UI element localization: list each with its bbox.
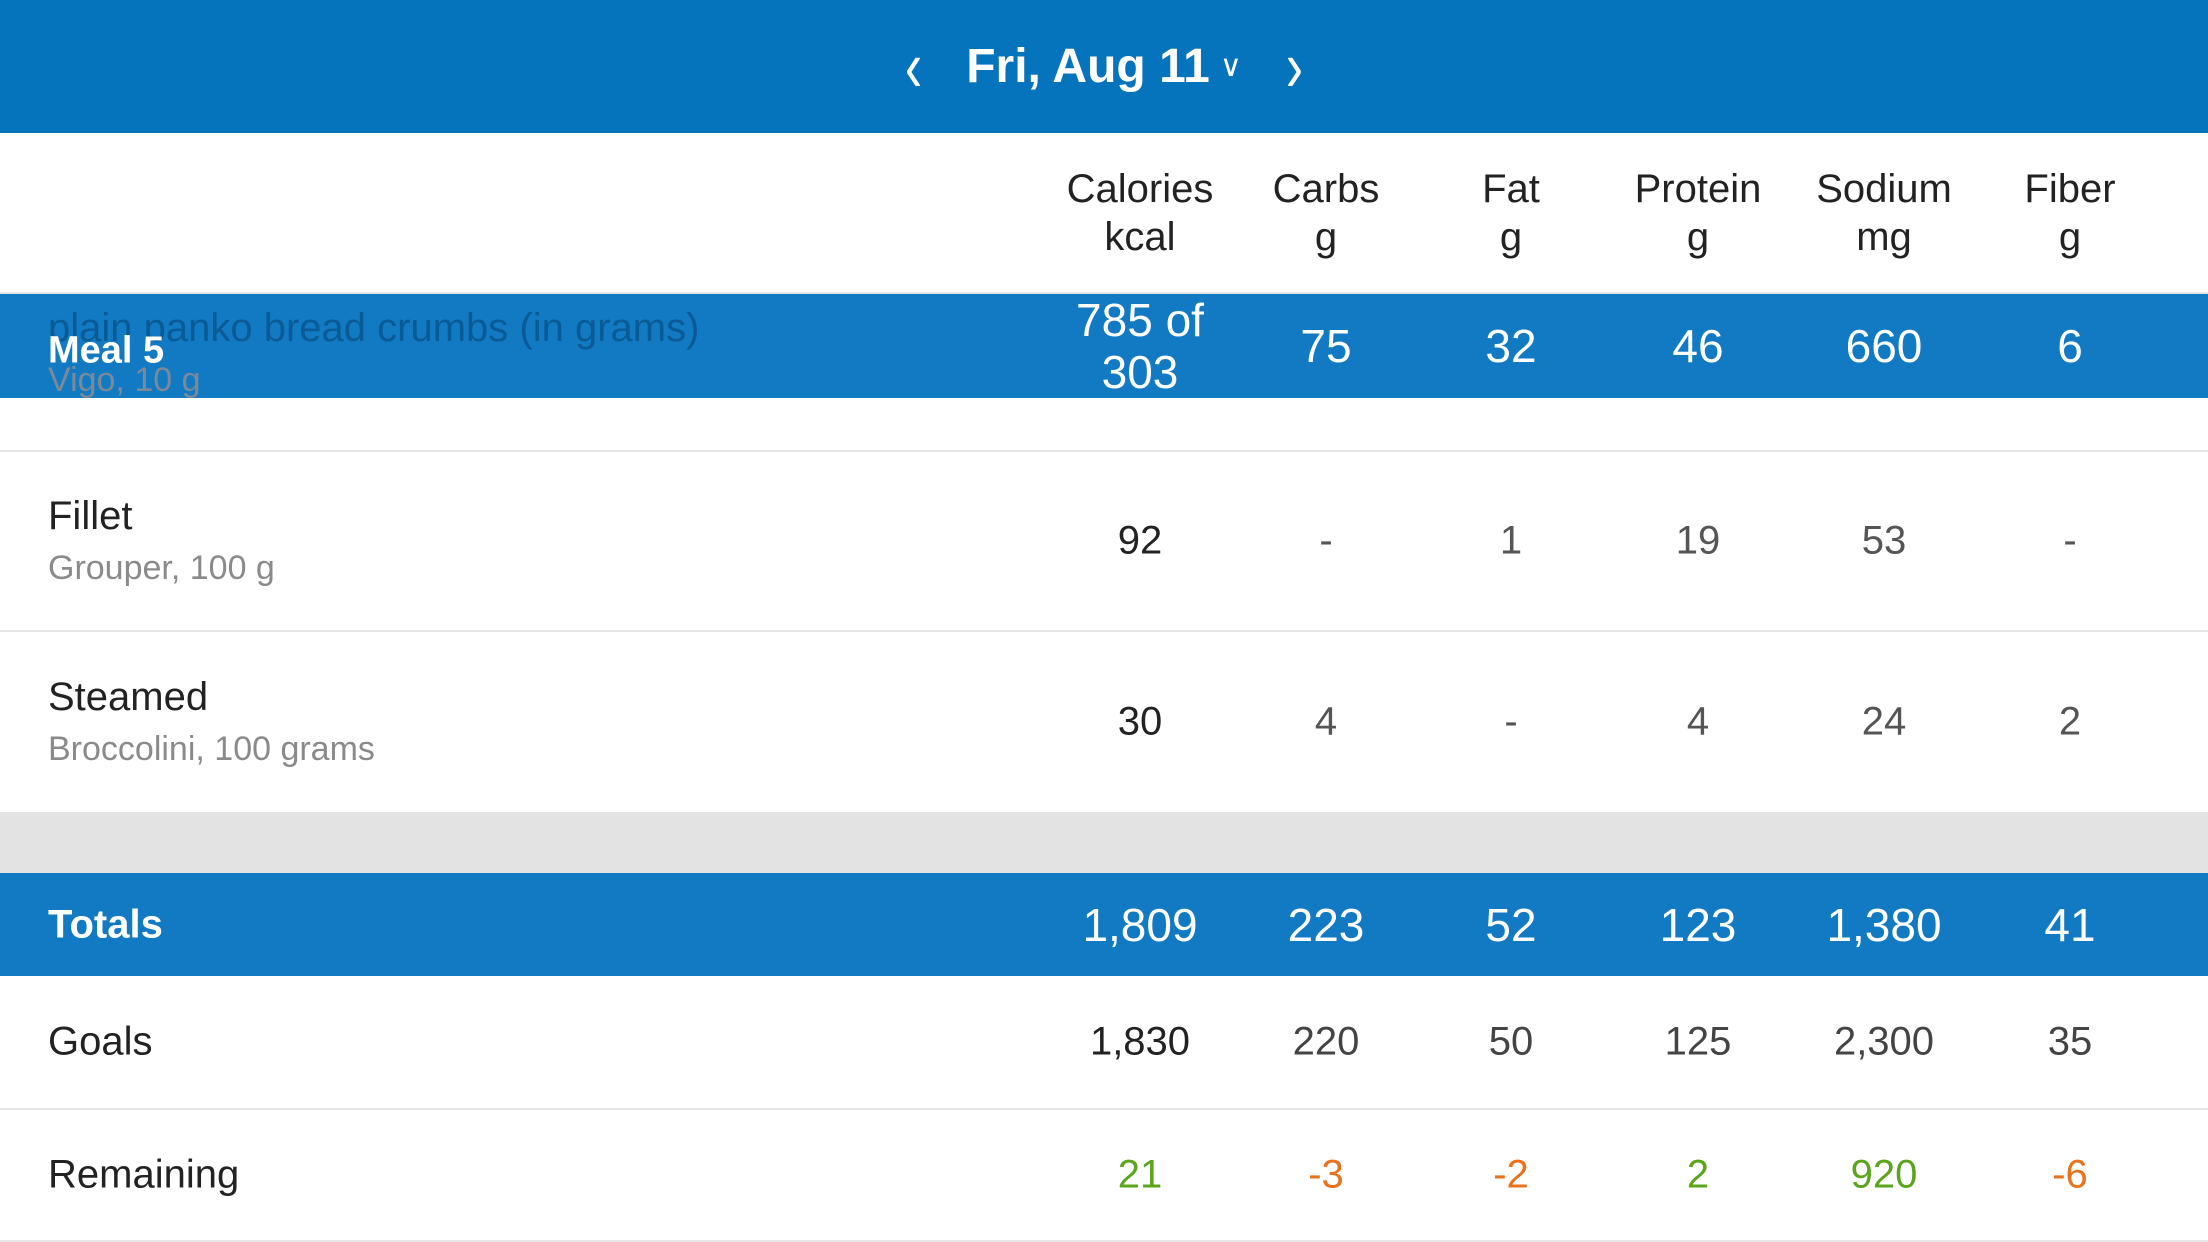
food-carbs: 4: [1314, 699, 1338, 744]
goals-calories: 1,830: [1089, 1019, 1191, 1064]
remaining-row: Remaining 21 -3 -2 2 920 -6: [0, 1110, 2208, 1242]
column-header-fat: Fat g: [1482, 166, 1540, 259]
date-label: Fri, Aug 11: [966, 40, 1210, 93]
food-name: Steamed: [48, 675, 209, 719]
meal-sodium: 660: [1845, 320, 1923, 372]
totals-carbs: 223: [1287, 898, 1365, 951]
column-header-fiber: Fiber g: [2024, 166, 2116, 259]
totals-row: Totals 1,809 223 52 123 1,380 41: [0, 873, 2208, 976]
food-protein: 19: [1675, 518, 1721, 563]
remaining-label: Remaining: [48, 1152, 240, 1197]
goals-carbs: 220: [1292, 1019, 1360, 1064]
totals-fiber: 41: [2044, 898, 2096, 951]
food-fat: -: [1504, 699, 1518, 744]
chevron-down-icon: ∨: [1219, 50, 1242, 83]
food-carbs: -: [1319, 518, 1333, 563]
column-header-sodium: Sodium mg: [1816, 166, 1952, 259]
date-selector[interactable]: Fri, Aug 11 ∨: [966, 39, 1242, 94]
remaining-calories: 21: [1117, 1152, 1163, 1197]
food-fiber: -: [2063, 518, 2077, 563]
remaining-carbs: -3: [1308, 1152, 1344, 1197]
totals-label: Totals: [48, 902, 163, 946]
food-calories: 30: [1117, 699, 1163, 744]
food-fiber: 2: [2058, 699, 2082, 744]
totals-sodium: 1,380: [1826, 898, 1942, 951]
food-fat: 1: [1499, 518, 1523, 563]
goals-sodium: 2,300: [1833, 1019, 1935, 1064]
meal-fiber: 6: [2057, 320, 2083, 372]
goals-fiber: 35: [2047, 1019, 2093, 1064]
chevron-left-icon[interactable]: ‹: [881, 25, 946, 109]
food-calories: 92: [1117, 518, 1163, 563]
totals-protein: 123: [1659, 898, 1737, 951]
column-header-protein: Protein g: [1634, 166, 1762, 259]
remaining-protein: 2: [1686, 1152, 1710, 1197]
food-detail: Broccolini, 100 grams: [48, 730, 375, 768]
food-row[interactable]: Fillet Grouper, 100 g 92 - 1 19 53 -: [0, 452, 2208, 632]
column-header-row: Calories kcal Carbs g Fat g Protein g Sodium…: [0, 133, 2208, 294]
goals-protein: 125: [1664, 1019, 1732, 1064]
meal-protein: 46: [1672, 320, 1724, 372]
totals-fat: 52: [1485, 898, 1537, 951]
meal-fat: 32: [1485, 320, 1537, 372]
food-row[interactable]: Steamed Broccolini, 100 grams 30 4 - 4 24…: [0, 632, 2208, 812]
food-sodium: 53: [1861, 518, 1907, 563]
remaining-fat: -2: [1493, 1152, 1529, 1197]
goals-row: Goals 1,830 220 50 125 2,300 35: [0, 976, 2208, 1110]
remaining-sodium: 920: [1850, 1152, 1918, 1197]
remaining-fiber: -6: [2052, 1152, 2088, 1197]
food-protein: 4: [1686, 699, 1710, 744]
meal-label: Meal 5: [48, 329, 165, 372]
food-sodium: 24: [1861, 699, 1907, 744]
meal-calories: 785 of 303: [1076, 294, 1204, 398]
meal-carbs: 75: [1300, 320, 1352, 372]
chevron-right-icon[interactable]: ›: [1262, 25, 1327, 109]
food-name: Fillet: [48, 494, 133, 538]
section-divider: [0, 812, 2208, 873]
column-header-carbs: Carbs g: [1272, 166, 1380, 259]
date-navigation-bar: ‹ Fri, Aug 11 ∨ ›: [0, 0, 2208, 133]
goals-label: Goals: [48, 1019, 153, 1064]
food-detail: Grouper, 100 g: [48, 549, 275, 587]
column-header-calories: Calories kcal: [1066, 166, 1214, 259]
totals-calories: 1,809: [1082, 898, 1198, 951]
goals-fat: 50: [1488, 1019, 1534, 1064]
